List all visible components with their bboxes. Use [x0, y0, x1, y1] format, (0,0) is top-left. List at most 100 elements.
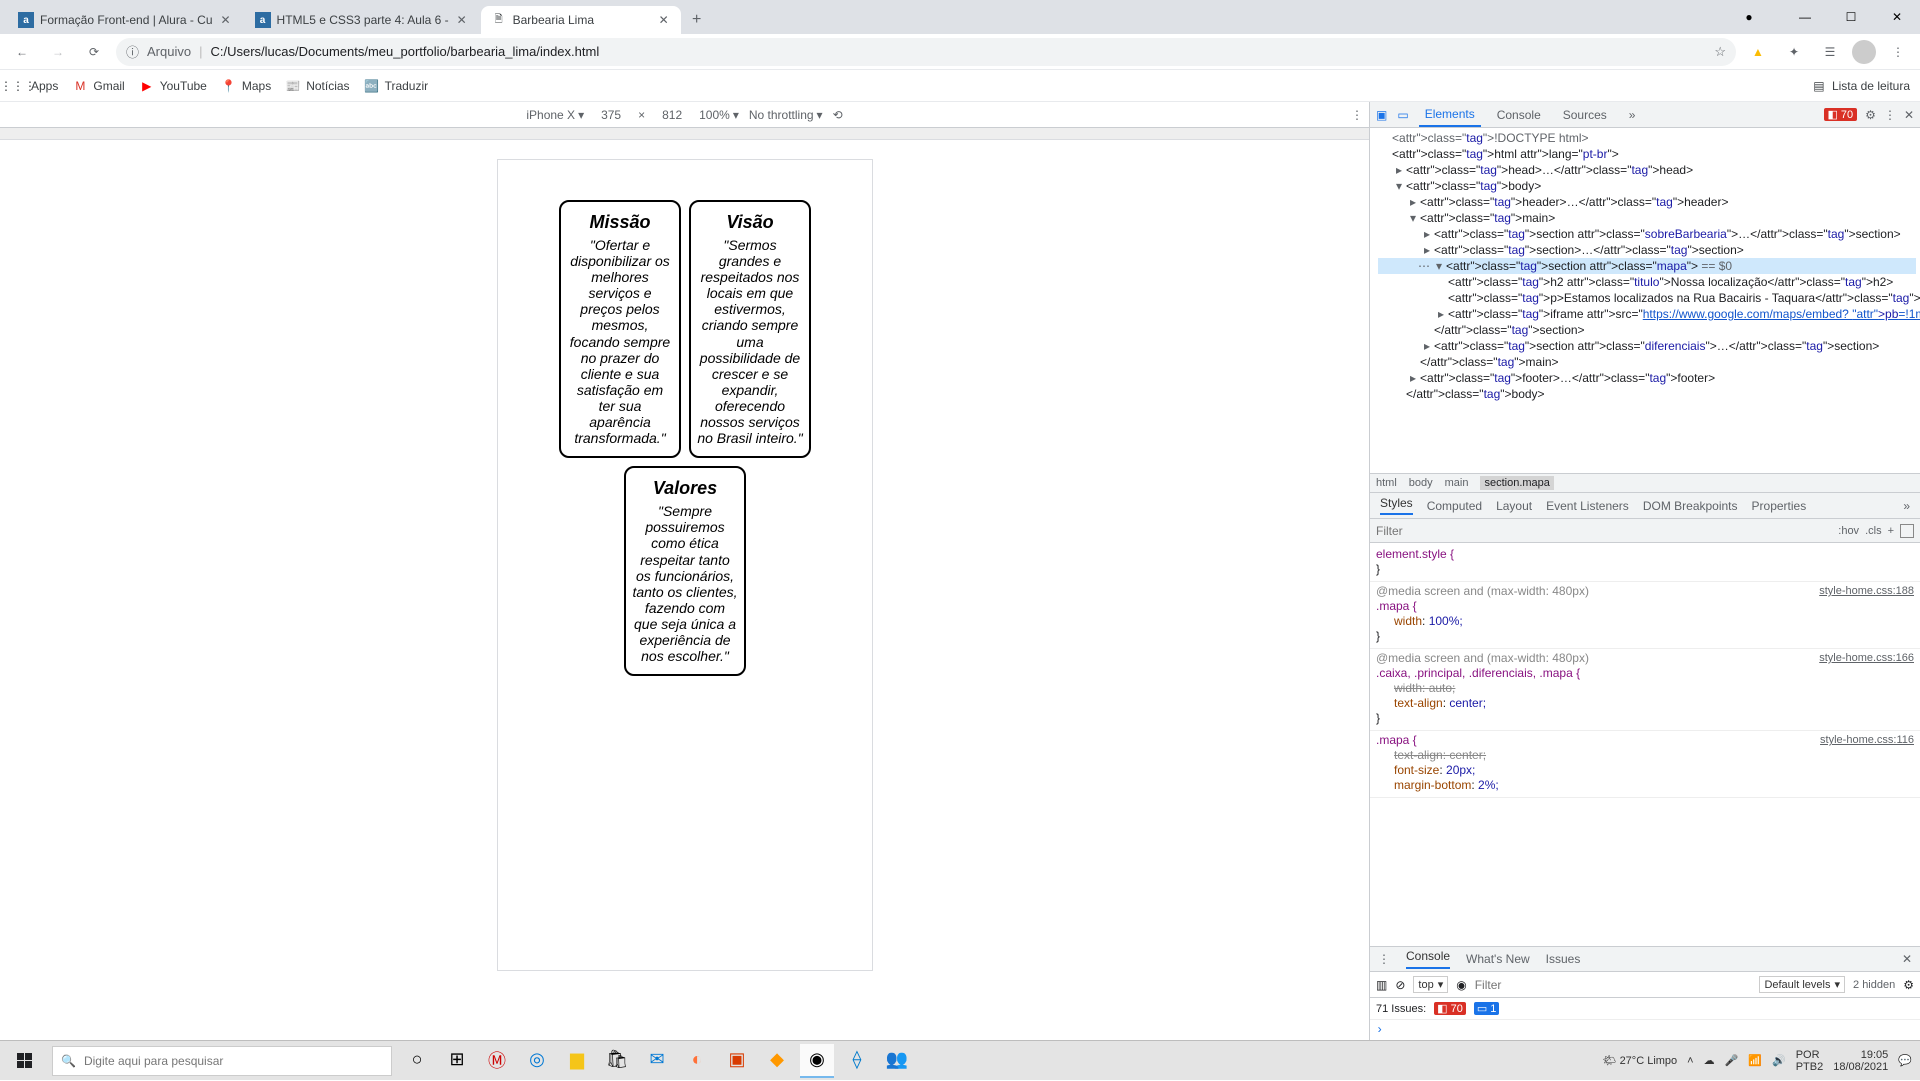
- console-filter-input[interactable]: [1475, 978, 1752, 992]
- sublime-icon[interactable]: ◆: [760, 1044, 794, 1078]
- kebab-icon[interactable]: ⋮: [1378, 952, 1390, 966]
- tab-sources[interactable]: Sources: [1557, 102, 1613, 127]
- bookmark-apps[interactable]: ⋮⋮⋮Apps: [10, 78, 58, 94]
- taskbar-search[interactable]: 🔍 Digite aqui para pesquisar: [52, 1046, 392, 1076]
- vscode-icon[interactable]: ⟠: [840, 1044, 874, 1078]
- reload-button[interactable]: ⟳: [80, 38, 108, 66]
- new-tab-button[interactable]: +: [683, 6, 711, 34]
- rotate-icon[interactable]: ⟲: [833, 108, 843, 122]
- address-bar[interactable]: ⓘ Arquivo | C:/Users/lucas/Documents/meu…: [116, 38, 1736, 66]
- browser-tab[interactable]: a Formação Front-end | Alura - Cu ✕: [8, 6, 243, 34]
- sidebar-icon[interactable]: ▥: [1376, 978, 1387, 992]
- bookmark-youtube[interactable]: ▶YouTube: [139, 78, 207, 94]
- dom-line[interactable]: <attr">class="tag">html attr">lang="pt-b…: [1378, 146, 1916, 162]
- cls-toggle[interactable]: .cls: [1865, 525, 1882, 537]
- cortana-icon[interactable]: ○: [400, 1044, 434, 1078]
- close-icon[interactable]: ✕: [1902, 952, 1912, 966]
- tab-elements[interactable]: Elements: [1419, 102, 1481, 127]
- store-icon[interactable]: 🛍: [600, 1044, 634, 1078]
- mcafee-icon[interactable]: Ⓜ: [480, 1044, 514, 1078]
- dom-line[interactable]: <attr">class="tag">h2 attr">class="titul…: [1378, 274, 1916, 290]
- back-button[interactable]: ←: [8, 38, 36, 66]
- drawer-tab-issues[interactable]: Issues: [1546, 952, 1581, 966]
- office-icon[interactable]: ▣: [720, 1044, 754, 1078]
- avatar-icon[interactable]: [1852, 40, 1876, 64]
- star-icon[interactable]: ☆: [1714, 44, 1726, 60]
- more-tabs-icon[interactable]: »: [1903, 499, 1910, 513]
- reading-list-button[interactable]: ▤Lista de leitura: [1811, 78, 1910, 94]
- zoom-select[interactable]: 100%▾: [699, 108, 739, 122]
- clear-icon[interactable]: ⊘: [1395, 978, 1405, 992]
- dom-line[interactable]: <attr">class="tag">p>Estamos localizados…: [1378, 290, 1916, 306]
- device-mode-icon[interactable]: ▭: [1397, 108, 1408, 122]
- taskview-icon[interactable]: ⊞: [440, 1044, 474, 1078]
- console-status[interactable]: 71 Issues: ◧ 70 ▭ 1: [1370, 998, 1920, 1020]
- drive-icon[interactable]: ▲: [1744, 38, 1772, 66]
- tab-computed[interactable]: Computed: [1427, 499, 1482, 513]
- mic-icon[interactable]: 🎤: [1725, 1054, 1739, 1067]
- breadcrumb[interactable]: html body main section.mapa: [1370, 473, 1920, 493]
- edge-icon[interactable]: ◎: [520, 1044, 554, 1078]
- throttle-select[interactable]: No throttling▾: [749, 108, 823, 122]
- bookmark-news[interactable]: 📰Notícias: [285, 78, 349, 94]
- tab-properties[interactable]: Properties: [1752, 499, 1807, 513]
- lang-indicator[interactable]: PORPTB2: [1796, 1049, 1824, 1073]
- explorer-icon[interactable]: ▆: [560, 1044, 594, 1078]
- close-icon[interactable]: ✕: [455, 13, 469, 27]
- wifi-icon[interactable]: 📶: [1748, 1054, 1762, 1067]
- clock[interactable]: 19:0518/08/2021: [1833, 1049, 1888, 1073]
- browser-tab-active[interactable]: 🗎 Barbearia Lima ✕: [481, 6, 681, 34]
- close-icon[interactable]: ✕: [219, 13, 233, 27]
- device-height[interactable]: 812: [655, 108, 689, 122]
- info-icon[interactable]: ⓘ: [126, 42, 139, 61]
- new-rule-icon[interactable]: +: [1888, 525, 1894, 537]
- dom-line[interactable]: ⋯▾<attr">class="tag">section attr">class…: [1378, 258, 1916, 274]
- styles-rules[interactable]: element.style {}style-home.css:188@media…: [1370, 543, 1920, 946]
- mail-icon[interactable]: ✉: [640, 1044, 674, 1078]
- dom-line[interactable]: <attr">class="tag">!DOCTYPE html>: [1378, 130, 1916, 146]
- dom-line[interactable]: ▸<attr">class="tag">footer>…</attr">clas…: [1378, 370, 1916, 386]
- dom-line[interactable]: ▸<attr">class="tag">section>…</attr">cla…: [1378, 242, 1916, 258]
- device-select[interactable]: iPhone X▾: [526, 108, 584, 122]
- dom-line[interactable]: </attr">class="tag">section>: [1378, 322, 1916, 338]
- hidden-count[interactable]: 2 hidden: [1853, 979, 1895, 991]
- onedrive-icon[interactable]: ☁: [1704, 1054, 1715, 1067]
- drawer-tab-console[interactable]: Console: [1406, 949, 1450, 969]
- eye-icon[interactable]: ◉: [1456, 978, 1466, 992]
- kebab-icon[interactable]: ⋮: [1351, 108, 1363, 122]
- browser-tab[interactable]: a HTML5 e CSS3 parte 4: Aula 6 - ✕: [245, 6, 479, 34]
- start-button[interactable]: [0, 1041, 48, 1081]
- volume-icon[interactable]: 🔊: [1772, 1054, 1786, 1067]
- tab-console[interactable]: Console: [1491, 102, 1547, 127]
- toggle-pane-icon[interactable]: [1900, 524, 1914, 538]
- gear-icon[interactable]: ⚙: [1903, 978, 1914, 992]
- device-width[interactable]: 375: [594, 108, 628, 122]
- weather-widget[interactable]: 🌤 27°C Limpo: [1603, 1054, 1678, 1067]
- css-rule[interactable]: style-home.css:166@media screen and (max…: [1370, 649, 1920, 731]
- bookmark-maps[interactable]: 📍Maps: [221, 78, 271, 94]
- firefox-icon[interactable]: ◐: [680, 1044, 714, 1078]
- context-select[interactable]: top▾: [1413, 976, 1448, 993]
- dom-line[interactable]: ▸<attr">class="tag">header>…</attr">clas…: [1378, 194, 1916, 210]
- hov-toggle[interactable]: :hov: [1838, 525, 1859, 537]
- tab-dom-breakpoints[interactable]: DOM Breakpoints: [1643, 499, 1738, 513]
- tab-layout[interactable]: Layout: [1496, 499, 1532, 513]
- teams-icon[interactable]: 👥: [880, 1044, 914, 1078]
- dom-line[interactable]: ▸<attr">class="tag">section attr">class=…: [1378, 226, 1916, 242]
- css-rule[interactable]: style-home.css:188@media screen and (max…: [1370, 582, 1920, 649]
- reading-list-icon[interactable]: ☰: [1816, 38, 1844, 66]
- css-rule[interactable]: style-home.css:116.mapa {text-align: cen…: [1370, 731, 1920, 798]
- css-rule[interactable]: element.style {}: [1370, 545, 1920, 582]
- bookmark-translate[interactable]: 🔤Traduzir: [364, 78, 429, 94]
- tab-styles[interactable]: Styles: [1380, 496, 1413, 515]
- dom-line[interactable]: ▾<attr">class="tag">body>: [1378, 178, 1916, 194]
- gear-icon[interactable]: ⚙: [1865, 108, 1876, 122]
- forward-button[interactable]: →: [44, 38, 72, 66]
- dom-line[interactable]: </attr">class="tag">body>: [1378, 386, 1916, 402]
- bookmark-gmail[interactable]: MGmail: [72, 78, 124, 94]
- drawer-tab-whatsnew[interactable]: What's New: [1466, 952, 1530, 966]
- levels-select[interactable]: Default levels ▾: [1759, 976, 1845, 993]
- profile-icon[interactable]: ●: [1726, 4, 1772, 30]
- chevron-up-icon[interactable]: ˄: [1687, 1055, 1693, 1067]
- more-tabs-icon[interactable]: »: [1623, 102, 1642, 127]
